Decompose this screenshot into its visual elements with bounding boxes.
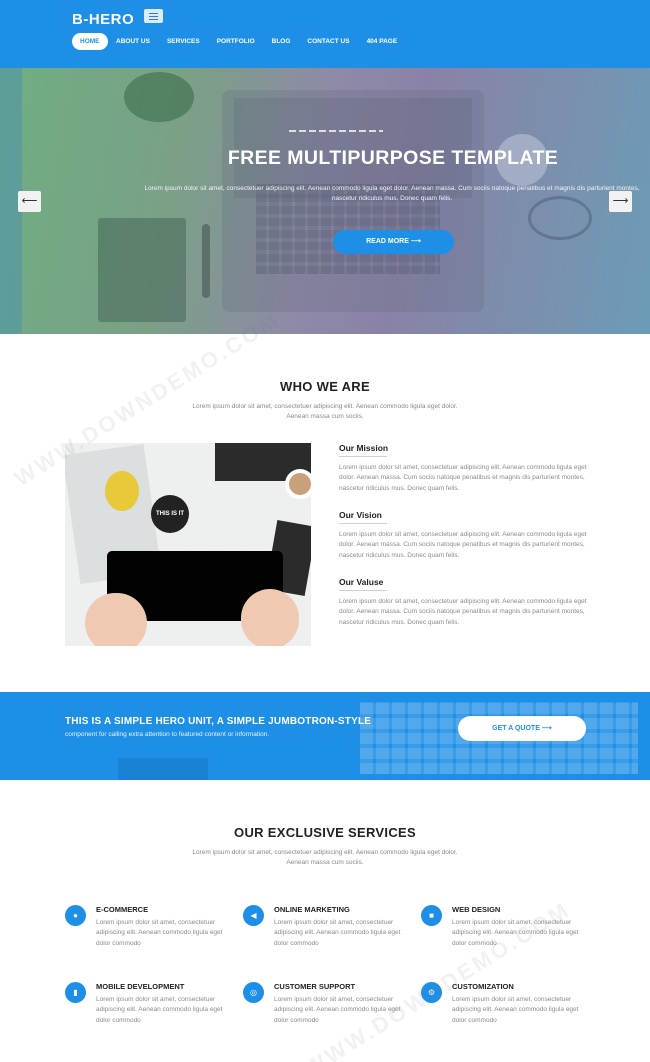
- brand-logo[interactable]: B-HERO: [72, 11, 134, 28]
- main-nav: HOME ABOUT US SERVICES PORTFOLIO BLOG CO…: [72, 33, 406, 50]
- hero-description: Lorem ipsum dolor sit amet, consectetuer…: [144, 185, 640, 202]
- about-image: THIS IS IT: [65, 443, 311, 646]
- arrow-left-icon: ⟵: [21, 195, 38, 207]
- mission-divider: [339, 456, 387, 457]
- service-text-customer-support: Lorem ipsum dolor sit amet, consectetuer…: [274, 996, 401, 1024]
- values-text: Lorem ipsum dolor sit amet, consectetuer…: [339, 598, 587, 626]
- cta-title: THIS IS A SIMPLE HERO UNIT, A SIMPLE JUM…: [65, 716, 372, 727]
- carousel-next-button[interactable]: ⟶: [609, 191, 632, 212]
- plant-image: [124, 72, 194, 122]
- about-title: WHO WE ARE: [280, 379, 370, 394]
- services-title: OUR EXCLUSIVE SERVICES: [234, 825, 416, 840]
- gear-icon: ⚙: [421, 982, 442, 1003]
- arrow-right-icon: ⟶: [612, 195, 629, 207]
- nav-item-blog[interactable]: BLOG: [263, 33, 299, 50]
- about-subtitle: Lorem ipsum dolor sit amet, consectetuer…: [192, 403, 458, 420]
- vision-divider: [339, 523, 387, 524]
- nav-item-home[interactable]: HOME: [72, 33, 108, 50]
- nav-item-404-page[interactable]: 404 PAGE: [358, 33, 406, 50]
- mission-title: Our Mission: [339, 443, 389, 453]
- services-subtitle: Lorem ipsum dolor sit amet, consectetuer…: [192, 849, 458, 866]
- site-header: B-HERO HOME ABOUT US SERVICES PORTFOLIO …: [0, 0, 650, 68]
- vision-title: Our Vision: [339, 510, 382, 520]
- service-title-web-design[interactable]: WEB DESIGN: [452, 905, 500, 914]
- image-badge: THIS IS IT: [151, 495, 189, 533]
- nav-item-services[interactable]: SERVICES: [158, 33, 208, 50]
- nav-item-portfolio[interactable]: PORTFOLIO: [208, 33, 263, 50]
- service-text-web-design: Lorem ipsum dolor sit amet, consectetuer…: [452, 919, 579, 947]
- get-a-quote-button[interactable]: GET A QUOTE ⟶: [458, 716, 586, 741]
- service-text-ecommerce: Lorem ipsum dolor sit amet, consectetuer…: [96, 919, 223, 947]
- nav-item-about-us[interactable]: ABOUT US: [108, 33, 159, 50]
- service-title-mobile-development[interactable]: MOBILE DEVELOPMENT: [96, 982, 184, 991]
- service-text-online-marketing: Lorem ipsum dolor sit amet, consectetuer…: [274, 919, 401, 947]
- vision-text: Lorem ipsum dolor sit amet, consectetuer…: [339, 531, 587, 559]
- service-text-customization: Lorem ipsum dolor sit amet, consectetuer…: [452, 996, 579, 1024]
- hero-divider: [289, 130, 383, 132]
- cta-subtitle: component for calling extra attention to…: [65, 731, 270, 738]
- carousel-prev-button[interactable]: ⟵: [18, 191, 41, 212]
- megaphone-icon: ◀: [243, 905, 264, 926]
- cart-icon: ●: [65, 905, 86, 926]
- mission-text: Lorem ipsum dolor sit amet, consectetuer…: [339, 464, 587, 492]
- values-title: Our Valuse: [339, 577, 384, 587]
- pen-image: [202, 224, 210, 298]
- service-title-customization[interactable]: CUSTOMIZATION: [452, 982, 514, 991]
- service-text-mobile-development: Lorem ipsum dolor sit amet, consectetuer…: [96, 996, 223, 1024]
- values-divider: [339, 590, 387, 591]
- mobile-icon: ▮: [65, 982, 86, 1003]
- cta-banner: THIS IS A SIMPLE HERO UNIT, A SIMPLE JUM…: [0, 692, 650, 780]
- hero-title: FREE MULTIPURPOSE TEMPLATE: [227, 147, 559, 169]
- notebook-image: [98, 218, 186, 322]
- monitor-icon: ■: [421, 905, 442, 926]
- menu-toggle-button[interactable]: [144, 9, 163, 23]
- support-icon: ◎: [243, 982, 264, 1003]
- service-title-online-marketing[interactable]: ONLINE MARKETING: [274, 905, 350, 914]
- hamburger-icon: [149, 12, 158, 14]
- hero-carousel: FREE MULTIPURPOSE TEMPLATE Lorem ipsum d…: [0, 68, 650, 334]
- service-title-ecommerce[interactable]: E-COMMERCE: [96, 905, 148, 914]
- nav-item-contact-us[interactable]: CONTACT US: [299, 33, 358, 50]
- service-title-customer-support[interactable]: CUSTOMER SUPPORT: [274, 982, 355, 991]
- read-more-button[interactable]: READ MORE ⟶: [333, 230, 454, 254]
